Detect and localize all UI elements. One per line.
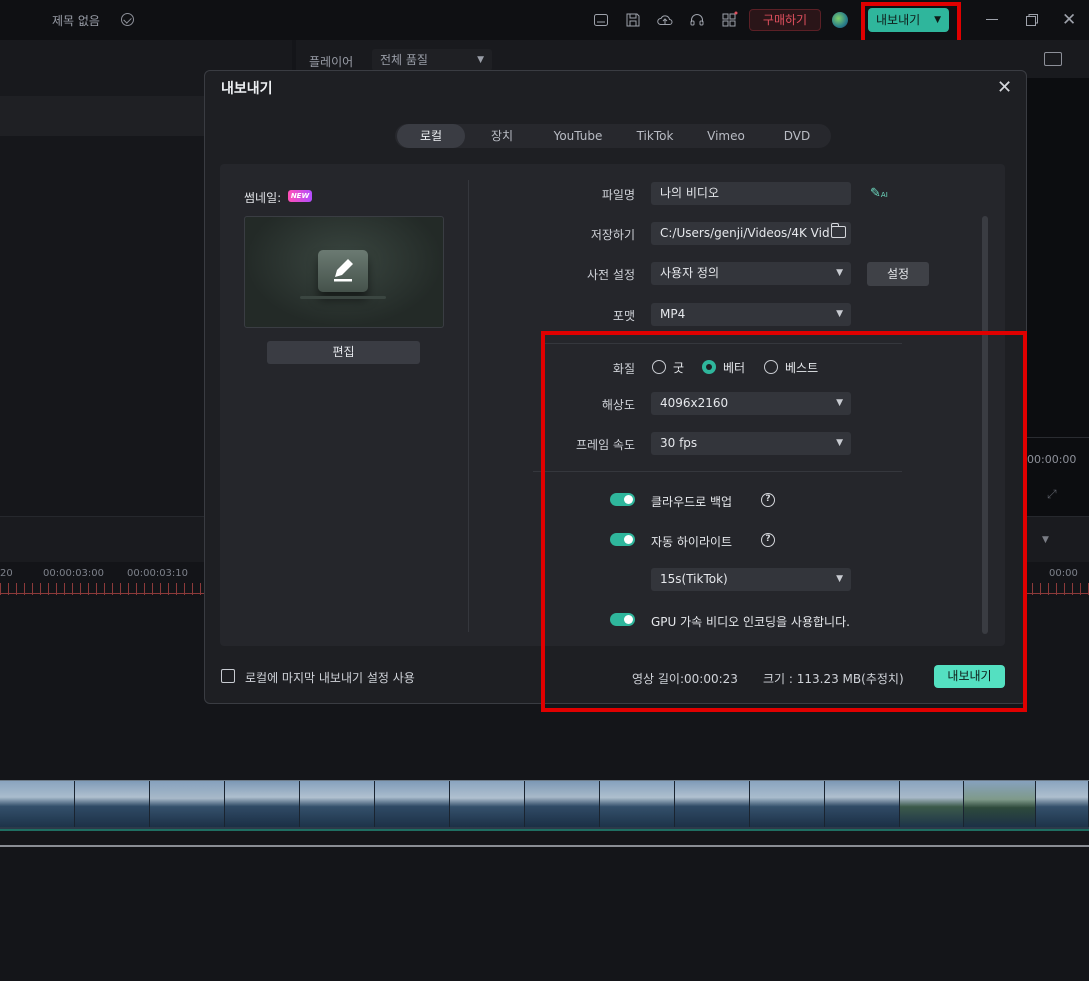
- remember-settings-checkbox[interactable]: [221, 669, 235, 683]
- preset-label: 사전 설정: [587, 268, 635, 282]
- snapshot-icon[interactable]: [1044, 52, 1062, 66]
- subtitle-icon[interactable]: [592, 11, 610, 29]
- dialog-title: 내보내기: [221, 81, 273, 97]
- new-badge: NEW: [288, 190, 312, 202]
- save-icon[interactable]: [624, 11, 642, 29]
- apps-grid-icon[interactable]: [720, 11, 738, 29]
- tab-youtube[interactable]: YouTube: [542, 124, 614, 148]
- avatar[interactable]: [832, 12, 848, 28]
- ruler-label: 00:00:03:10: [127, 568, 189, 579]
- remember-settings-label[interactable]: 로컬에 마지막 내보내기 설정 사용: [245, 669, 415, 686]
- tab-dvd[interactable]: DVD: [768, 124, 826, 148]
- format-select[interactable]: MP4 ▼: [651, 303, 851, 326]
- close-icon[interactable]: ✕: [997, 77, 1012, 98]
- chevron-down-icon[interactable]: ▼: [1042, 535, 1049, 545]
- chevron-down-icon: ▼: [836, 268, 843, 278]
- filename-input[interactable]: 나의 비디오: [651, 182, 851, 205]
- player-label: 플레이어: [309, 55, 354, 69]
- player-quality-select[interactable]: 전체 품질 ▼: [372, 49, 492, 71]
- thumbnail-edit-button[interactable]: 편집: [267, 341, 420, 364]
- ruler-label: 20: [0, 568, 13, 579]
- tab-tiktok[interactable]: TikTok: [624, 124, 686, 148]
- save-path-input[interactable]: C:/Users/genji/Videos/4K Vid: [651, 222, 851, 245]
- clip-frame: [600, 781, 675, 827]
- clip-frame: [375, 781, 450, 827]
- edit-pencil-icon: [318, 250, 368, 292]
- tab-local[interactable]: 로컬: [397, 124, 465, 148]
- chevron-down-icon: ▼: [836, 309, 843, 319]
- panel-divider: [468, 180, 469, 632]
- clip-frame: [525, 781, 600, 827]
- timeline-empty-area: [0, 849, 1089, 981]
- clip-frame: [450, 781, 525, 827]
- audio-track[interactable]: [0, 831, 1089, 847]
- clip-frame: [75, 781, 150, 827]
- ruler-label: 00:00: [1049, 568, 1078, 579]
- player-divider: [1026, 437, 1089, 438]
- close-window-icon[interactable]: ✕: [1062, 10, 1076, 30]
- ai-rename-icon[interactable]: ✎AI: [870, 186, 888, 201]
- preset-select[interactable]: 사용자 정의 ▼: [651, 262, 851, 285]
- ruler-label: 00:00:03:00: [43, 568, 105, 579]
- folder-icon[interactable]: [831, 223, 846, 238]
- clip-frame: [900, 781, 964, 827]
- saved-check-icon: [121, 13, 134, 26]
- buy-button[interactable]: 구매하기: [749, 9, 821, 31]
- clip-frame: [825, 781, 900, 827]
- player-quality-value: 전체 품질: [380, 53, 428, 67]
- thumbnail-label: 썸네일:: [244, 191, 282, 205]
- format-value: MP4: [660, 307, 686, 321]
- format-label: 포맷: [612, 309, 635, 323]
- tab-device[interactable]: 장치: [474, 124, 530, 148]
- clip-frame: [1036, 781, 1089, 827]
- clip-frame: [150, 781, 225, 827]
- fullscreen-icon[interactable]: ⤢: [1047, 487, 1057, 502]
- headset-icon[interactable]: [688, 11, 706, 29]
- clip-frame: [300, 781, 375, 827]
- cloud-upload-icon[interactable]: [656, 11, 674, 29]
- tab-vimeo[interactable]: Vimeo: [697, 124, 755, 148]
- clip-frame: [964, 781, 1036, 827]
- project-title: 제목 없음: [52, 14, 100, 28]
- export-button-highlight: [861, 2, 961, 45]
- ai-rename-text: AI: [880, 191, 888, 199]
- thumbnail-reflection: [300, 296, 386, 299]
- clip-frame: [750, 781, 825, 827]
- settings-highlight: [541, 331, 1027, 712]
- restore-icon[interactable]: [1026, 14, 1038, 26]
- preset-settings-button[interactable]: 설정: [867, 262, 929, 286]
- filename-label: 파일명: [601, 188, 635, 202]
- clip-frame: [225, 781, 300, 827]
- clip-frame: [675, 781, 750, 827]
- clip-frame: [0, 781, 75, 827]
- chevron-down-icon: ▼: [477, 55, 484, 65]
- preset-value: 사용자 정의: [660, 266, 720, 280]
- save-path-label: 저장하기: [590, 228, 635, 242]
- player-time: 00:00:00: [1027, 453, 1077, 466]
- minimize-icon[interactable]: [986, 19, 998, 20]
